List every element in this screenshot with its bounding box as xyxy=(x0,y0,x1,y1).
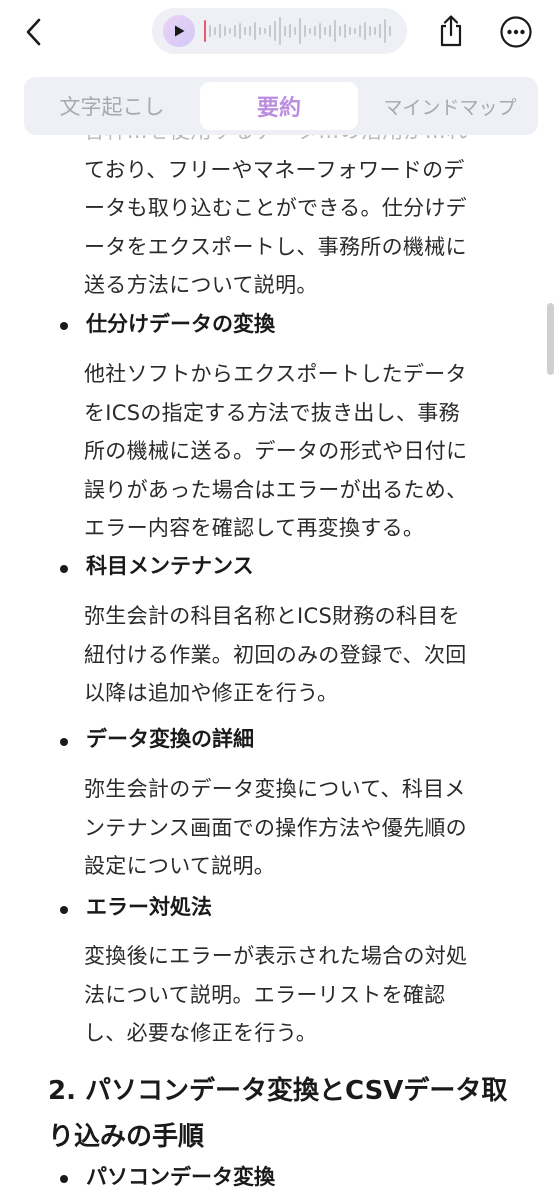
more-horizontal-icon xyxy=(500,16,532,48)
waveform-bar xyxy=(359,25,361,37)
share-button[interactable] xyxy=(432,10,470,52)
scrollbar-thumb[interactable] xyxy=(547,303,554,375)
item-heading: データ変換の詳細 xyxy=(86,727,254,751)
item-description: 弥生会計のデータ変換について、科目メ ンテナンス画面での操作方法や優先順の 設定… xyxy=(84,770,524,886)
item-line: 他社ソフトからエクスポートしたデータ xyxy=(84,362,467,386)
waveform-bar xyxy=(259,27,261,35)
item-heading: エラー対処法 xyxy=(86,895,212,919)
waveform-bar xyxy=(284,26,286,36)
bullet-dot xyxy=(58,736,70,748)
waveform-bar xyxy=(309,28,311,34)
waveform-bar xyxy=(264,28,266,34)
waveform-bar xyxy=(299,18,301,44)
audio-waveform[interactable] xyxy=(202,8,392,54)
waveform-bar xyxy=(269,25,271,37)
waveform-bar xyxy=(304,25,306,37)
waveform-bar xyxy=(349,27,351,35)
waveform-bar xyxy=(339,26,341,36)
waveform-bar xyxy=(209,25,211,37)
intro-line: 送る方法について説明。 xyxy=(84,273,318,297)
waveform-bar xyxy=(364,22,366,40)
waveform-bar xyxy=(229,28,231,34)
item-heading: パソコンデータ変換 xyxy=(86,1165,275,1189)
waveform-bar xyxy=(219,24,221,38)
waveform-bar xyxy=(239,23,241,39)
item-line: 弥生会計の科目名称とICS財務の科目を xyxy=(84,604,460,628)
item-description: 他社ソフトからエクスポートしたデータ をICSの指定する方法で抜き出し、事務 所… xyxy=(84,355,524,548)
item-line: ンテナンス画面での操作方法や優先順の xyxy=(84,815,467,840)
waveform-bar xyxy=(274,21,276,41)
item-line: 変換後にエラーが表示された場合の対処 xyxy=(84,944,468,968)
waveform-bar xyxy=(294,27,296,35)
top-bar xyxy=(0,0,560,68)
play-button[interactable] xyxy=(163,15,195,47)
item-line: 誤りがあった場合はエラーが出るため、 xyxy=(84,477,468,502)
bullet-dot xyxy=(58,563,70,575)
item-line: をICSの指定する方法で抜き出し、事務 xyxy=(84,400,460,425)
item-line: 以降は追加や修正を行う。 xyxy=(84,681,339,705)
waveform-bar xyxy=(384,19,386,43)
back-button[interactable] xyxy=(18,14,50,50)
waveform-bar xyxy=(214,27,216,35)
share-icon xyxy=(440,15,462,47)
view-tab-bar: 文字起こし 要約 マインドマップ xyxy=(24,77,538,135)
waveform-bar xyxy=(224,26,226,36)
more-button[interactable] xyxy=(497,13,535,51)
waveform-bar xyxy=(314,26,316,36)
waveform-bar xyxy=(379,24,381,38)
item-line: 弥生会計のデータ変換について、科目メ xyxy=(84,777,466,801)
item-heading: 仕分けデータの変換 xyxy=(86,312,275,336)
audio-player[interactable] xyxy=(152,8,407,54)
item-line: 紐付ける作業。初回のみの登録で、次回 xyxy=(84,642,467,667)
waveform-bar xyxy=(334,20,336,42)
waveform-bar xyxy=(319,23,321,39)
item-line: し、必要な修正を行う。 xyxy=(84,1021,318,1045)
intro-paragraph: 各种…を使用するデータ…の活用が…れ ており、フリーやマネーフォワードのデ ータ… xyxy=(84,112,524,305)
chevron-left-icon xyxy=(26,18,41,46)
waveform-bar xyxy=(279,17,281,45)
waveform-bar xyxy=(289,24,291,38)
item-line: 所の機械に送る。データの形式や日付に xyxy=(84,439,468,463)
waveform-bar xyxy=(344,24,346,38)
intro-line: ータをエクスポートし、事務所の機械に xyxy=(84,234,467,259)
item-description: 弥生会計の科目名称とICS財務の科目を 紐付ける作業。初回のみの登録で、次回 以… xyxy=(84,597,524,713)
waveform-bar xyxy=(369,26,371,36)
tab-mindmap[interactable]: マインドマップ xyxy=(364,82,536,130)
item-line: 設定について説明。 xyxy=(84,854,276,878)
item-line: エラー内容を確認して再変換する。 xyxy=(84,516,425,540)
waveform-bar xyxy=(374,27,376,35)
waveform-bar xyxy=(249,26,251,36)
item-description: 変換後にエラーが表示された場合の対処 法について説明。エラーリストを確認 し、必… xyxy=(84,937,524,1053)
bullet-dot xyxy=(58,904,70,916)
bullet-dot xyxy=(58,320,70,332)
item-line: 法について説明。エラーリストを確認 xyxy=(84,982,446,1007)
bullet-dot xyxy=(58,1173,70,1185)
waveform-bar xyxy=(354,28,356,34)
waveform-bar xyxy=(234,25,236,37)
waveform-bar xyxy=(244,27,246,35)
summary-content[interactable]: 各种…を使用するデータ…の活用が…れ ており、フリーやマネーフォワードのデ ータ… xyxy=(0,0,560,1200)
intro-line: ータも取り込むことができる。仕分けデ xyxy=(84,196,467,220)
waveform-bar xyxy=(329,25,331,37)
section-title: 2. パソコンデータ変換とCSVデータ取り込みの手順 xyxy=(48,1076,508,1152)
waveform-bar xyxy=(389,26,391,36)
tab-summary[interactable]: 要約 xyxy=(200,82,358,130)
waveform-bar xyxy=(324,27,326,35)
playhead-marker xyxy=(204,20,206,42)
play-icon xyxy=(175,25,185,37)
waveform-bar xyxy=(254,22,256,40)
tab-transcript[interactable]: 文字起こし xyxy=(32,82,192,130)
intro-line: ており、フリーやマネーフォワードのデ xyxy=(84,157,465,182)
item-heading: 科目メンテナンス xyxy=(86,554,254,578)
